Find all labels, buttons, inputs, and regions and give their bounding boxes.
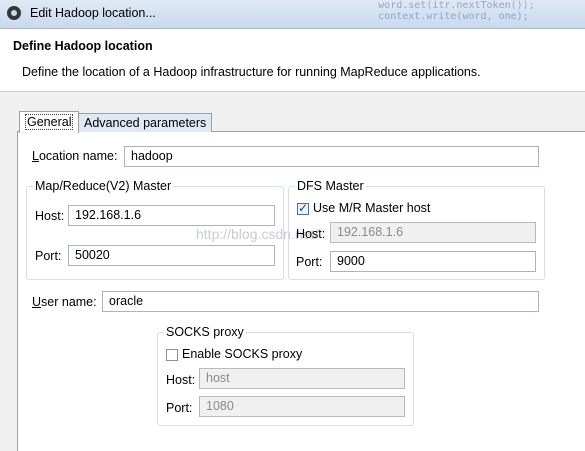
header-title: Define Hadoop location (13, 39, 153, 53)
mr-port-field[interactable]: 50020 (68, 245, 275, 266)
mr-host-field[interactable]: 192.168.1.6 (68, 205, 275, 226)
socks-host-field: host (199, 368, 405, 389)
enable-socks-checkbox[interactable] (166, 349, 178, 361)
location-name-label-rest: ocation name: (38, 149, 118, 163)
mr-master-title: Map/Reduce(V2) Master (33, 179, 174, 193)
dfs-port-label: Port: (296, 255, 323, 269)
user-name-label-rest: ser name: (41, 295, 97, 309)
socks-port-label: Port: (166, 401, 193, 415)
tab-general-label: General (25, 114, 74, 130)
user-name-label: User name: (32, 295, 97, 309)
use-mr-master-checkbox[interactable] (297, 201, 309, 215)
eclipse-icon (7, 6, 21, 20)
window-title: Edit Hadoop location... (30, 6, 156, 20)
header-description: Define the location of a Hadoop infrastr… (22, 65, 481, 79)
mr-port-label: Port: (35, 249, 62, 263)
socks-proxy-title: SOCKS proxy (164, 325, 246, 339)
tab-advanced-parameters[interactable]: Advanced parameters (78, 113, 213, 132)
wizard-header: Define Hadoop location Define the locati… (0, 29, 585, 92)
dfs-host-field: 192.168.1.6 (330, 222, 536, 243)
socks-host-label: Host: (166, 373, 196, 387)
tab-advanced-label: Advanced parameters (84, 116, 207, 130)
location-name-mnemonic: L (32, 149, 39, 163)
mr-host-label: Host: (35, 209, 65, 223)
dfs-host-label: Host: (296, 227, 326, 241)
user-name-mnemonic: U (32, 295, 42, 309)
background-code-text: word.set(itr.nextToken()); context.write… (378, 0, 535, 22)
socks-port-field: 1080 (199, 396, 405, 417)
location-name-label: Location name: (32, 149, 117, 163)
dfs-port-field[interactable]: 9000 (330, 251, 536, 272)
location-name-field[interactable]: hadoop (124, 146, 539, 167)
enable-socks-label: Enable SOCKS proxy (182, 347, 303, 361)
user-name-field[interactable]: oracle (102, 291, 539, 312)
tab-general[interactable]: General (19, 111, 80, 133)
dfs-master-title: DFS Master (295, 179, 366, 193)
window-title-bar[interactable]: Edit Hadoop location... word.set(itr.nex… (0, 0, 585, 29)
use-mr-master-label: Use M/R Master host (313, 201, 431, 215)
